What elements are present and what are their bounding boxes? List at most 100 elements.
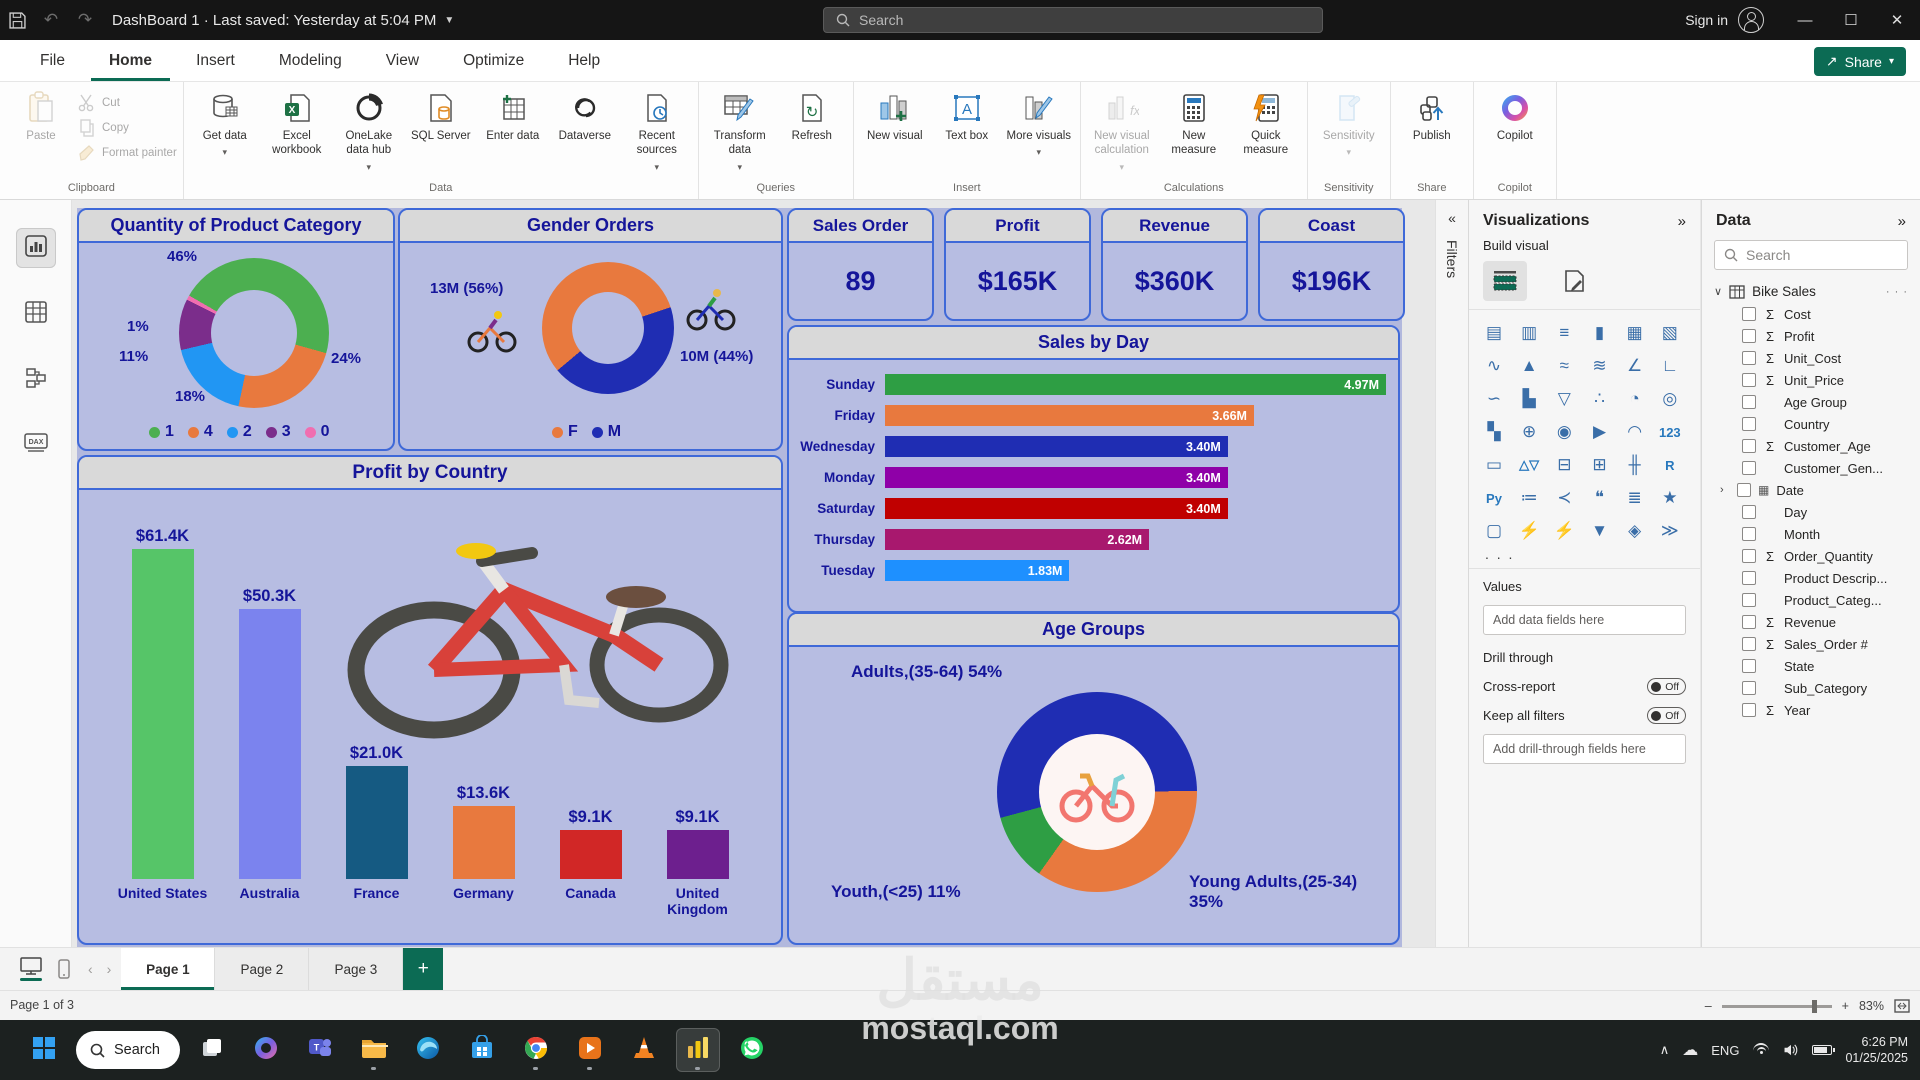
field-sales-order-[interactable]: ΣSales_Order #: [1702, 633, 1920, 655]
clock[interactable]: 6:26 PM 01/25/2025: [1845, 1034, 1908, 1067]
visual-type-stacked-area-chart[interactable]: ≈: [1549, 353, 1579, 379]
sales-by-day-card[interactable]: Sales by Day Sunday4.97MFriday3.66MWedne…: [787, 325, 1400, 613]
menu-tab-insert[interactable]: Insert: [178, 43, 253, 81]
tray-chevron-icon[interactable]: ∧: [1660, 1042, 1670, 1058]
taskbar-app-microsoft-store[interactable]: [460, 1028, 504, 1072]
field-checkbox[interactable]: [1742, 681, 1756, 695]
kpi-card-sales-order[interactable]: Sales Order89: [787, 208, 934, 321]
collapse-table-icon[interactable]: ∨: [1714, 285, 1722, 298]
field-year[interactable]: ΣYear: [1702, 699, 1920, 721]
profit-bar-united-kingdom[interactable]: [667, 830, 729, 879]
title-caret-icon[interactable]: ▼: [444, 15, 454, 26]
visual-type-scatter-chart[interactable]: ∴: [1585, 386, 1615, 412]
onelake-data-hub-button[interactable]: OneLake data hub▾: [334, 88, 404, 173]
field-state[interactable]: State: [1702, 655, 1920, 677]
sales-bar-saturday[interactable]: 3.40M: [885, 498, 1228, 519]
field-checkbox[interactable]: [1742, 439, 1756, 453]
onedrive-cloud-icon[interactable]: ☁: [1682, 1040, 1698, 1060]
page-tab-page-3[interactable]: Page 3: [309, 948, 403, 990]
field-order-quantity[interactable]: ΣOrder_Quantity: [1702, 545, 1920, 567]
expand-field-icon[interactable]: ›: [1720, 484, 1730, 496]
global-search-input[interactable]: Search: [823, 7, 1323, 33]
field-checkbox[interactable]: [1742, 417, 1756, 431]
profit-bar-germany[interactable]: [453, 806, 515, 879]
fields-search-input[interactable]: Search: [1714, 240, 1908, 270]
field-checkbox[interactable]: [1742, 395, 1756, 409]
quantity-donut-chart[interactable]: [179, 258, 329, 408]
taskbar-app-start[interactable]: [22, 1028, 66, 1072]
filters-pane-collapsed[interactable]: « Filters: [1435, 200, 1468, 947]
taskbar-app-media-player[interactable]: [568, 1028, 612, 1072]
cross-report-toggle[interactable]: Off: [1647, 678, 1686, 695]
collapse-visualizations-icon[interactable]: »: [1678, 213, 1686, 230]
quantity-of-product-category-card[interactable]: Quantity of Product Category 46% 1% 11% …: [77, 208, 395, 451]
save-icon[interactable]: [0, 0, 34, 40]
visual-type-clustered-column-chart[interactable]: ▮: [1585, 320, 1615, 346]
visual-type-ribbon-chart[interactable]: ≋: [1585, 353, 1615, 379]
redo-icon[interactable]: ↷: [68, 0, 102, 40]
menu-tab-modeling[interactable]: Modeling: [261, 43, 360, 81]
fit-to-page-icon[interactable]: [1894, 999, 1910, 1013]
drill-through-field-well[interactable]: Add drill-through fields here: [1483, 734, 1686, 764]
field-customer-age[interactable]: ΣCustomer_Age: [1702, 435, 1920, 457]
visual-type-area-chart[interactable]: ▲: [1514, 353, 1544, 379]
visual-type-matrix[interactable]: ╫: [1620, 452, 1650, 478]
mobile-layout-button[interactable]: [58, 959, 70, 979]
previous-page-icon[interactable]: ‹: [88, 961, 93, 977]
visual-type-power-apps-visual[interactable]: ⚡: [1514, 518, 1544, 544]
field-cost[interactable]: ΣCost: [1702, 303, 1920, 325]
recent-sources-button[interactable]: Recent sources▾: [622, 88, 692, 173]
sidebar-item-report-view[interactable]: [16, 228, 56, 268]
enter-data-button[interactable]: Enter data: [478, 88, 548, 143]
profit-bar-france[interactable]: [346, 766, 408, 879]
kpi-card-coast[interactable]: Coast$196K: [1258, 208, 1405, 321]
taskbar-app-teams[interactable]: T: [298, 1028, 342, 1072]
sensitivity-button[interactable]: Sensitivity▾: [1314, 88, 1384, 158]
get-data-button[interactable]: Get data▾: [190, 88, 260, 158]
sql-server-button[interactable]: SQL Server: [406, 88, 476, 143]
field-day[interactable]: Day: [1702, 501, 1920, 523]
cut-button[interactable]: Cut: [78, 92, 177, 114]
new-measure-button[interactable]: New measure: [1159, 88, 1229, 158]
profit-bar-australia[interactable]: [239, 609, 301, 879]
collapse-data-icon[interactable]: »: [1898, 213, 1906, 230]
close-button[interactable]: ✕: [1874, 0, 1920, 40]
field-month[interactable]: Month: [1702, 523, 1920, 545]
visual-type-line-and-stacked-column-chart[interactable]: ∠: [1620, 353, 1650, 379]
field-checkbox[interactable]: [1742, 307, 1756, 321]
sales-bar-monday[interactable]: 3.40M: [885, 467, 1228, 488]
profit-bar-canada[interactable]: [560, 830, 622, 879]
paste-button[interactable]: Paste: [6, 88, 76, 143]
copy-button[interactable]: Copy: [78, 117, 177, 139]
profit-bar-united-states[interactable]: [132, 549, 194, 879]
sidebar-item-model-view[interactable]: [16, 360, 56, 400]
page-tab-page-1[interactable]: Page 1: [121, 948, 215, 990]
visual-type-funnel-chart[interactable]: ▽: [1549, 386, 1579, 412]
field-unit-price[interactable]: ΣUnit_Price: [1702, 369, 1920, 391]
field-checkbox[interactable]: [1742, 549, 1756, 563]
visual-type-stacked-bar-chart[interactable]: ▤: [1479, 320, 1509, 346]
new-page-button[interactable]: +: [403, 948, 443, 990]
more-visual-types[interactable]: . . .: [1469, 544, 1700, 568]
visual-type-gauge[interactable]: ◠: [1620, 419, 1650, 445]
visual-type-goals[interactable]: ★: [1655, 485, 1685, 511]
gender-orders-card[interactable]: Gender Orders 13M (56%) 10M (44%) FM: [398, 208, 783, 451]
format-painter-button[interactable]: Format painter: [78, 142, 177, 164]
visual-type-card[interactable]: 123: [1655, 419, 1685, 445]
new-visual-button[interactable]: New visual: [860, 88, 930, 143]
visual-type-r-script-visual[interactable]: R: [1655, 452, 1685, 478]
values-field-well[interactable]: Add data fields here: [1483, 605, 1686, 635]
visual-type-line-chart[interactable]: ∿: [1479, 353, 1509, 379]
kpi-card-revenue[interactable]: Revenue$360K: [1101, 208, 1248, 321]
quick-measure-button[interactable]: Quick measure: [1231, 88, 1301, 158]
menu-tab-file[interactable]: File: [22, 43, 83, 81]
format-visual-mode-button[interactable]: [1553, 261, 1597, 301]
sidebar-item-dax-query-view[interactable]: DAX: [16, 426, 56, 466]
visual-type-filled-map[interactable]: ◉: [1549, 419, 1579, 445]
text-box-button[interactable]: AText box: [932, 88, 1002, 143]
zoom-slider-handle[interactable]: [1812, 1000, 1817, 1013]
visual-type-100-stacked-column-chart[interactable]: ▧: [1655, 320, 1685, 346]
account-avatar-icon[interactable]: [1738, 7, 1764, 33]
field-product-categ-[interactable]: Product_Categ...: [1702, 589, 1920, 611]
taskbar-app-vlc[interactable]: [622, 1028, 666, 1072]
